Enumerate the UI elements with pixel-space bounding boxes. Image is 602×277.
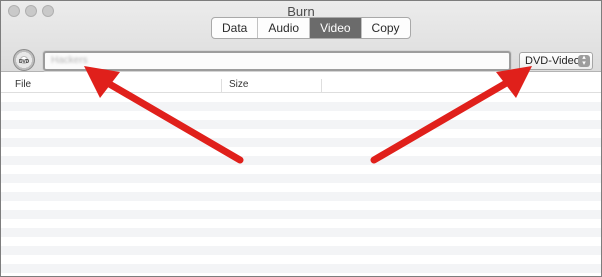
select-arrows-icon: ▴ ▾ (578, 54, 590, 67)
tab-audio[interactable]: Audio (258, 18, 311, 38)
list-row (1, 111, 601, 120)
list-row (1, 210, 601, 219)
list-row (1, 147, 601, 156)
list-row (1, 156, 601, 165)
column-header-file[interactable]: File (15, 79, 31, 90)
list-row (1, 237, 601, 246)
list-row (1, 120, 601, 129)
disc-name-value: Hackers (51, 55, 88, 66)
list-row (1, 183, 601, 192)
list-row (1, 93, 601, 102)
list-row (1, 219, 601, 228)
list-row (1, 228, 601, 237)
list-row (1, 138, 601, 147)
column-divider (221, 79, 222, 92)
tab-bar: Data Audio Video Copy (211, 17, 411, 39)
format-select-value: DVD-Video (525, 55, 580, 67)
list-row (1, 129, 601, 138)
list-row (1, 192, 601, 201)
list-row (1, 102, 601, 111)
list-row (1, 174, 601, 183)
toolbar: Burn Data Audio Video Copy DVD Hackers D… (1, 1, 601, 72)
format-select[interactable]: DVD-Video ▴ ▾ (519, 52, 593, 70)
tab-data[interactable]: Data (212, 18, 259, 38)
disc-name-field[interactable]: Hackers (43, 51, 511, 71)
tab-copy[interactable]: Copy (362, 18, 410, 38)
list-row (1, 201, 601, 210)
list-row (1, 165, 601, 174)
list-row (1, 246, 601, 255)
column-divider (321, 79, 322, 92)
file-list-header: File Size (1, 79, 601, 93)
file-list[interactable] (1, 93, 601, 276)
tab-video[interactable]: Video (310, 18, 362, 38)
list-row (1, 255, 601, 264)
column-header-size[interactable]: Size (229, 79, 248, 90)
list-row (1, 264, 601, 273)
burn-window: Burn Data Audio Video Copy DVD Hackers D… (0, 0, 602, 277)
dvd-disc-label: DVD (19, 59, 29, 65)
